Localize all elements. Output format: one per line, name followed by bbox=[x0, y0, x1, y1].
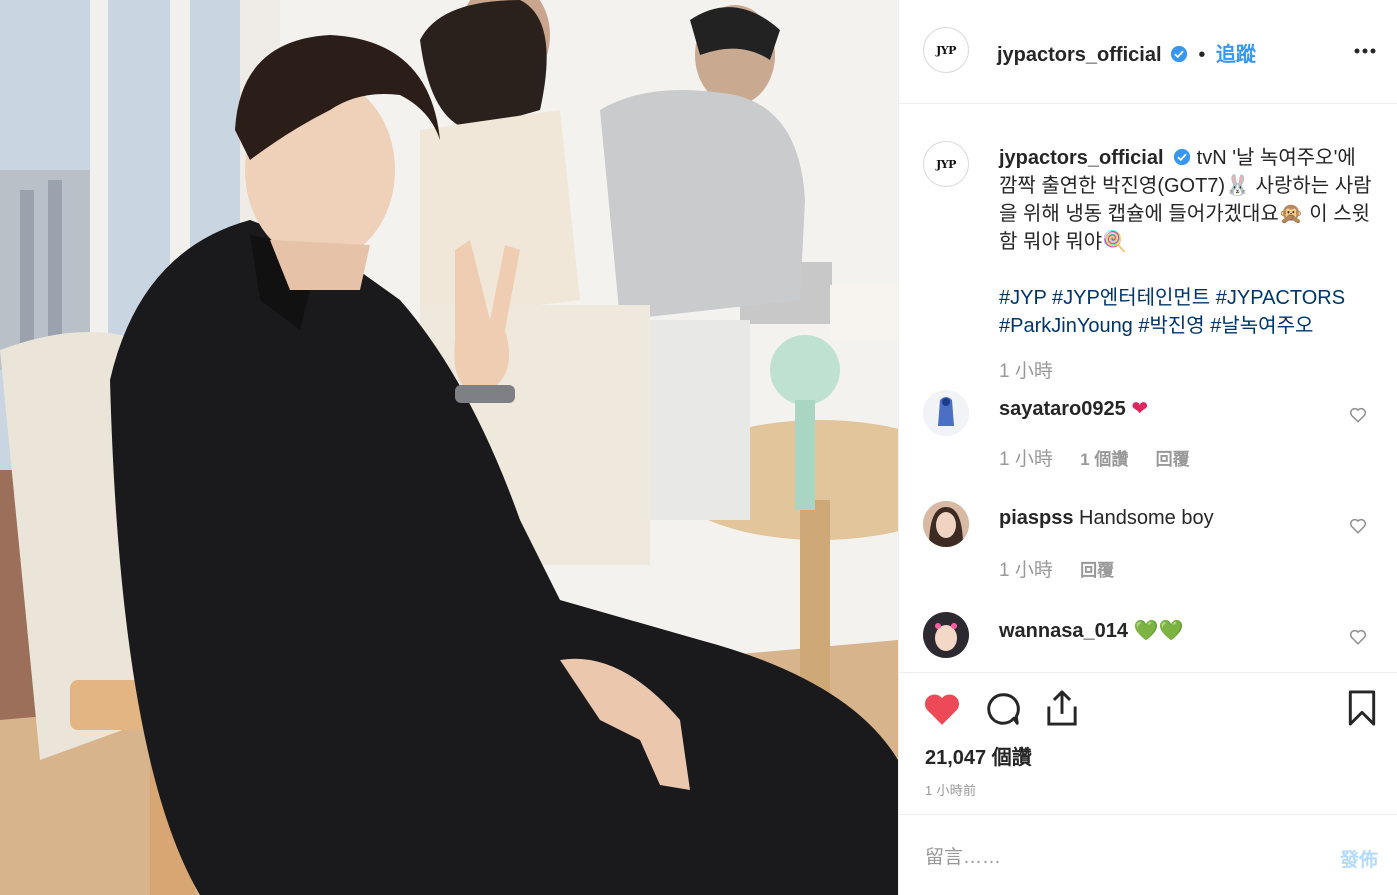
follow-button[interactable]: 追蹤 bbox=[1216, 44, 1256, 66]
post-header: JYP jypactors_official • 追蹤 bbox=[899, 0, 1397, 104]
separator-dot: • bbox=[1198, 44, 1206, 66]
caption-author-avatar[interactable]: JYP bbox=[923, 141, 969, 187]
comment-time: 1 小時 bbox=[999, 449, 1053, 470]
caption-logo-text: JYP bbox=[936, 157, 956, 171]
commenter-avatar[interactable] bbox=[923, 390, 969, 436]
commenter-avatar-image bbox=[923, 612, 969, 658]
like-count[interactable]: 21,047 個讚 bbox=[925, 741, 1032, 770]
share-icon[interactable] bbox=[1044, 689, 1080, 727]
caption-time: 1 小時 bbox=[999, 361, 1053, 382]
logo-text: JYP bbox=[936, 43, 956, 57]
comment-bubble-icon[interactable] bbox=[985, 691, 1021, 727]
comment-content: wannasa_014 💚💚 bbox=[999, 618, 1183, 643]
comment-like-heart-icon[interactable] bbox=[1349, 406, 1367, 424]
comment-like-heart-icon[interactable] bbox=[1349, 517, 1367, 535]
caption-verified-badge-icon bbox=[1173, 148, 1191, 166]
post-comment-button[interactable]: 發佈 bbox=[1340, 845, 1378, 872]
post-actions: 21,047 個讚 1 小時前 bbox=[899, 672, 1397, 814]
comment-username[interactable]: sayataro0925 bbox=[999, 398, 1126, 420]
commenter-avatar-image bbox=[923, 501, 969, 547]
comment-username[interactable]: piaspss bbox=[999, 507, 1073, 529]
comment-username[interactable]: wannasa_014 bbox=[999, 620, 1128, 642]
post-timestamp: 1 小時前 bbox=[925, 783, 977, 798]
comment-meta: 1 小時 回覆 bbox=[999, 555, 1114, 582]
post-photo[interactable] bbox=[0, 0, 898, 895]
verified-badge-icon bbox=[1170, 45, 1188, 63]
comment-text: Handsome boy bbox=[1079, 507, 1214, 529]
comment-meta: 1 小時 1 個讚 回覆 bbox=[999, 444, 1190, 471]
like-heart-icon[interactable] bbox=[923, 691, 961, 727]
commenter-avatar[interactable] bbox=[923, 612, 969, 658]
author-avatar[interactable]: JYP bbox=[923, 27, 969, 73]
post-detail-panel: JYP jypactors_official • 追蹤 JYP jypactor… bbox=[898, 0, 1397, 895]
caption-username[interactable]: jypactors_official bbox=[999, 147, 1164, 169]
add-comment-section: 發佈 bbox=[899, 814, 1397, 895]
comment-text: 💚💚 bbox=[1133, 620, 1184, 642]
comment-time: 1 小時 bbox=[999, 560, 1053, 581]
comment-content: sayataro0925 ❤ bbox=[999, 396, 1148, 421]
header-user-line: jypactors_official • 追蹤 bbox=[997, 38, 1256, 67]
comments-scroll-area[interactable]: JYP jypactors_official tvN '날 녹여주오'에 깜짝 … bbox=[899, 104, 1397, 672]
commenter-avatar[interactable] bbox=[923, 501, 969, 547]
bookmark-icon[interactable] bbox=[1347, 689, 1377, 727]
comment-content: piaspss Handsome boy bbox=[999, 507, 1214, 530]
caption-block: jypactors_official tvN '날 녹여주오'에 깜짝 출연한 … bbox=[999, 144, 1379, 386]
comment-reply-button[interactable]: 回覆 bbox=[1156, 450, 1190, 469]
comment-likes[interactable]: 1 個讚 bbox=[1080, 450, 1128, 469]
comment-text: ❤ bbox=[1131, 398, 1149, 420]
more-options-icon[interactable] bbox=[1354, 40, 1376, 62]
comment-input[interactable] bbox=[923, 841, 1307, 875]
comment-like-heart-icon[interactable] bbox=[1349, 628, 1367, 646]
post-photo-image bbox=[0, 0, 898, 895]
author-username[interactable]: jypactors_official bbox=[997, 44, 1162, 66]
caption-hashtags[interactable]: #JYP #JYP엔터테인먼트 #JYPACTORS #ParkJinYoung… bbox=[999, 284, 1379, 340]
comment-reply-button[interactable]: 回覆 bbox=[1080, 561, 1114, 580]
commenter-avatar-image bbox=[923, 390, 969, 436]
